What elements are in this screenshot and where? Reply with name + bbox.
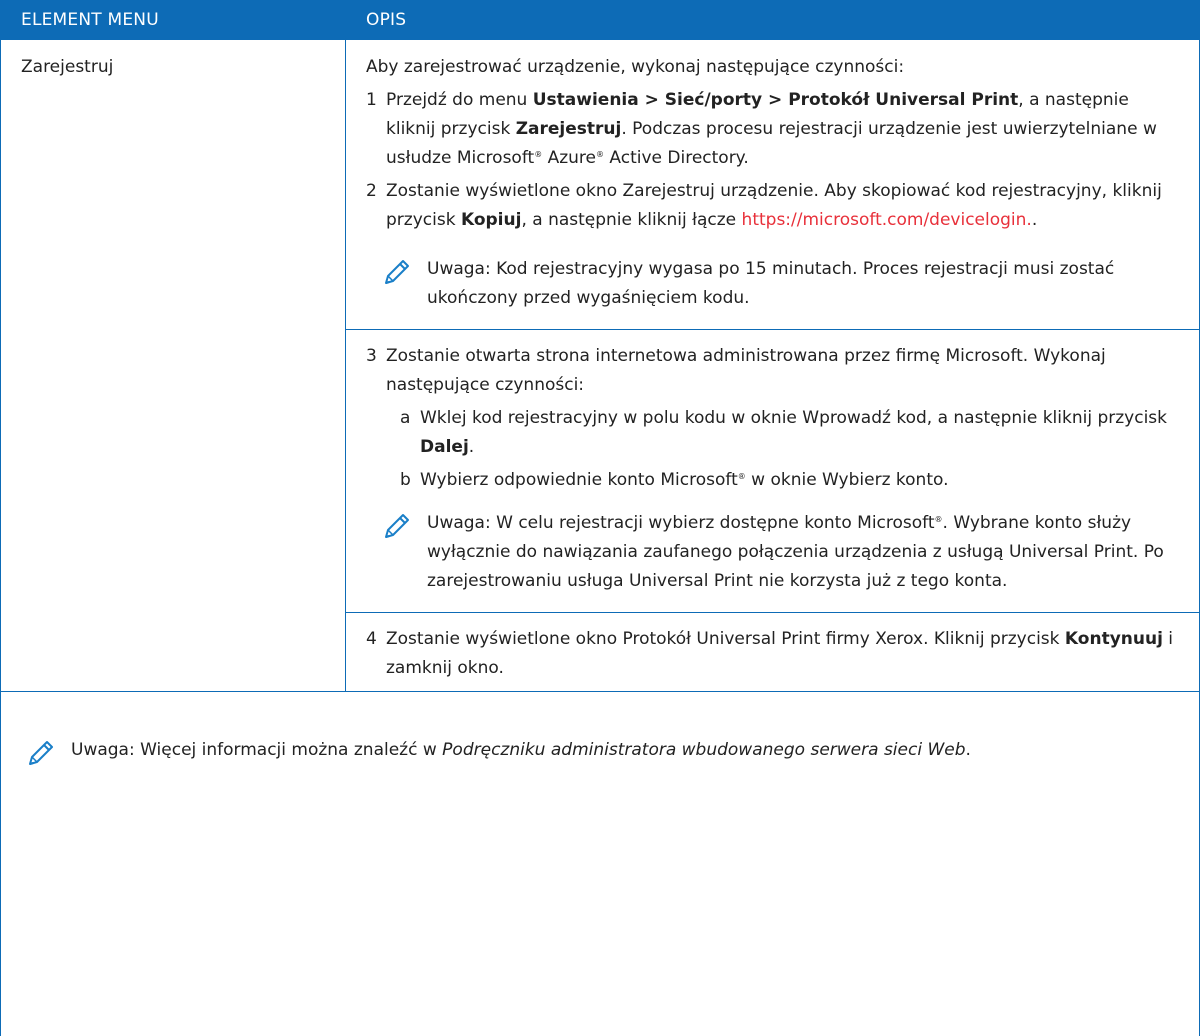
step-3: 3 Zostanie otwarta strona internetowa ad… <box>366 342 1183 400</box>
note-1: Uwaga: Kod rejestracyjny wygasa po 15 mi… <box>366 255 1183 313</box>
footer-note: Uwaga: Więcej informacji można znaleźć w… <box>21 736 1179 765</box>
step-number: 1 <box>366 86 377 115</box>
step-4: 4 Zostanie wyświetlone okno Protokół Uni… <box>366 625 1183 683</box>
note-2: Uwaga: W celu rejestracji wybierz dostęp… <box>366 509 1183 596</box>
table-header-row: ELEMENT MENU OPIS <box>1 1 1200 40</box>
substep-letter: b <box>400 466 411 495</box>
pencil-icon <box>382 511 412 551</box>
row-label: Zarejestruj <box>1 40 346 692</box>
header-opis: OPIS <box>346 1 1200 40</box>
menu-table: ELEMENT MENU OPIS Zarejestruj Aby zareje… <box>0 0 1200 1036</box>
table-footer-row: Uwaga: Więcej informacji można znaleźć w… <box>1 692 1200 1036</box>
devicelogin-link[interactable]: https://microsoft.com/devicelogin. <box>742 210 1032 230</box>
substep-b: b Wybierz odpowiednie konto Microsoft® w… <box>366 466 1183 495</box>
divider <box>346 329 1199 342</box>
button-name-kopiuj: Kopiuj <box>461 210 521 230</box>
admin-guide-title: Podręczniku administratora wbudowanego s… <box>442 740 965 760</box>
menu-path: Ustawienia > Sieć/porty > Protokół Unive… <box>533 90 1019 110</box>
row-description: Aby zarejestrować urządzenie, wykonaj na… <box>346 40 1200 692</box>
substep-letter: a <box>400 404 410 433</box>
button-name-zarejestruj: Zarejestruj <box>516 119 622 139</box>
step-1: 1 Przejdź do menu Ustawienia > Sieć/port… <box>366 86 1183 173</box>
note-text: Uwaga: Kod rejestracyjny wygasa po 15 mi… <box>427 259 1114 308</box>
divider <box>346 612 1199 625</box>
button-name-dalej: Dalej <box>420 437 469 457</box>
header-element-menu: ELEMENT MENU <box>1 1 346 40</box>
button-name-kontynuuj: Kontynuuj <box>1065 629 1163 649</box>
step-number: 4 <box>366 625 377 654</box>
footer-cell: Uwaga: Więcej informacji można znaleźć w… <box>1 692 1200 1036</box>
intro-text: Aby zarejestrować urządzenie, wykonaj na… <box>366 53 1183 82</box>
step-number: 3 <box>366 342 377 371</box>
table-row: Zarejestruj Aby zarejestrować urządzenie… <box>1 40 1200 692</box>
step-2: 2 Zostanie wyświetlone okno Zarejestruj … <box>366 177 1183 235</box>
step-number: 2 <box>366 177 377 206</box>
pencil-icon <box>26 738 56 778</box>
substep-a: a Wklej kod rejestracyjny w polu kodu w … <box>366 404 1183 462</box>
pencil-icon <box>382 257 412 297</box>
